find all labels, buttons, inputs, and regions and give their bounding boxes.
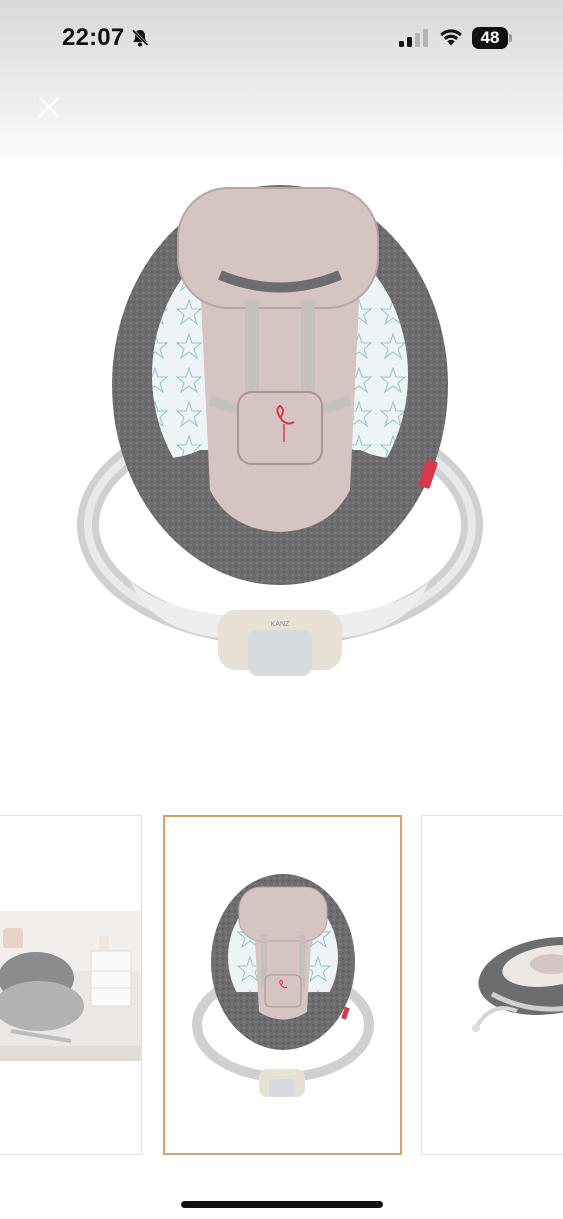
close-icon: [38, 96, 60, 118]
product-image-viewer: 22:07 48 KANZ: [0, 0, 563, 1219]
battery-icon: 48: [472, 27, 512, 49]
thumbnail-2-selected[interactable]: [163, 815, 402, 1155]
thumbnail-3-image: [472, 937, 563, 1032]
thumbnail-3[interactable]: [421, 815, 563, 1155]
close-button[interactable]: [30, 88, 68, 126]
main-product-image[interactable]: KANZ: [70, 160, 490, 700]
brand-text: KANZ: [271, 621, 290, 628]
home-indicator[interactable]: [181, 1201, 383, 1208]
thumbnail-2-image: [192, 874, 374, 1097]
battery-level: 48: [480, 28, 500, 47]
status-bar: 22:07 48: [0, 0, 563, 78]
thumbnail-1[interactable]: [0, 815, 142, 1155]
signal-icon: [399, 29, 428, 47]
wifi-icon: [440, 29, 462, 46]
thumbnail-strip: [0, 815, 563, 1157]
bell-slash-icon: [131, 29, 149, 47]
status-time: 22:07: [62, 24, 125, 51]
thumbnail-1-image: [0, 911, 141, 1061]
battery-cap: [509, 34, 512, 42]
